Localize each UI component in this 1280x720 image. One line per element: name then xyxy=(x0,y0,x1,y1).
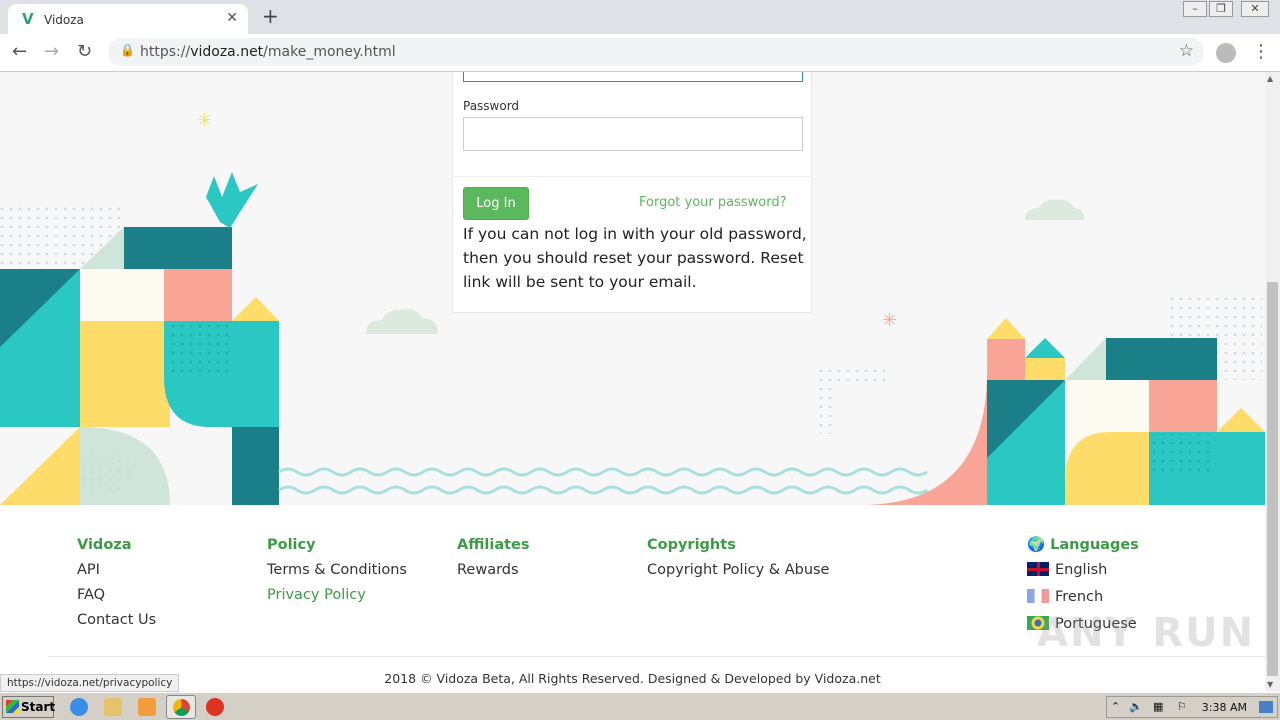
start-button[interactable]: Start xyxy=(2,696,56,718)
footer-link-api[interactable]: API xyxy=(77,558,156,583)
taskbar: Start ⌃ 🔈 ▦ ⚐ 3:38 AM xyxy=(0,692,1280,720)
scrollbar-thumb[interactable] xyxy=(1267,282,1278,676)
footer-col-vidoza: Vidoza API FAQ Contact Us xyxy=(77,533,156,633)
reload-icon[interactable]: ↻ xyxy=(77,41,92,62)
status-url: https://vidoza.net/privacypolicy xyxy=(0,674,180,692)
tab-title: Vidoza xyxy=(44,13,84,27)
media-player-icon[interactable] xyxy=(138,698,156,716)
browser-chrome: V Vidoza ✕ + – ❐ ✕ ← → ↻ 🔒 https://vidoz… xyxy=(0,0,1280,72)
footer-link-contact[interactable]: Contact Us xyxy=(77,608,156,633)
stop-icon[interactable] xyxy=(206,698,224,716)
footer-heading-vidoza: Vidoza xyxy=(77,537,132,553)
france-flag-icon xyxy=(1027,589,1049,603)
hero-section: ✳ ✳ Password Log In Forgot your password… xyxy=(0,72,1265,505)
password-label: Password xyxy=(463,99,520,113)
chrome-taskbar-button[interactable] xyxy=(166,695,196,719)
copyright-text: 2018 © Vidoza Beta, All Rights Reserved.… xyxy=(384,671,881,686)
language-label: English xyxy=(1055,562,1108,578)
language-english[interactable]: English xyxy=(1027,558,1139,585)
footer-link-copyright-policy[interactable]: Copyright Policy & Abuse xyxy=(647,558,829,583)
footer-link-rewards[interactable]: Rewards xyxy=(457,558,530,583)
globe-icon: 🌍 xyxy=(1027,537,1046,553)
chrome-icon xyxy=(173,699,190,716)
back-icon[interactable]: ← xyxy=(12,41,27,62)
lock-icon: 🔒 xyxy=(120,43,135,57)
url-prefix: https:// xyxy=(140,44,191,60)
footer: Vidoza API FAQ Contact Us Policy Terms &… xyxy=(0,505,1265,692)
bookmark-star-icon[interactable]: ☆ xyxy=(1179,41,1194,61)
svg-text:✳: ✳ xyxy=(197,110,212,131)
divider xyxy=(453,176,811,177)
url-path: /make_money.html xyxy=(263,44,396,60)
restore-icon[interactable]: ❐ xyxy=(1209,1,1233,17)
footer-link-privacy[interactable]: Privacy Policy xyxy=(267,583,407,608)
reset-note: If you can not log in with your old pass… xyxy=(463,225,807,291)
login-card: Password Log In Forgot your password? If… xyxy=(452,72,812,313)
minimize-icon[interactable]: – xyxy=(1183,1,1207,17)
forgot-password-link[interactable]: Forgot your password? xyxy=(639,195,787,210)
scroll-down-icon[interactable]: ▼ xyxy=(1267,680,1273,689)
flag-icon[interactable]: ⚐ xyxy=(1177,700,1187,713)
start-label: Start xyxy=(21,700,56,714)
scroll-up-icon[interactable]: ▲ xyxy=(1267,74,1273,83)
svg-text:✳: ✳ xyxy=(882,310,897,331)
footer-heading-affiliates: Affiliates xyxy=(457,537,530,553)
profile-avatar-icon[interactable] xyxy=(1216,43,1236,63)
forward-icon[interactable]: → xyxy=(44,41,59,62)
toolbar: ← → ↻ 🔒 https://vidoza.net/make_money.ht… xyxy=(0,34,1280,72)
network-icon[interactable]: ▦ xyxy=(1153,700,1163,713)
login-button[interactable]: Log In xyxy=(463,187,529,220)
address-bar[interactable]: 🔒 https://vidoza.net/make_money.html ☆ xyxy=(108,38,1204,66)
footer-link-faq[interactable]: FAQ xyxy=(77,583,156,608)
ie-icon[interactable] xyxy=(70,698,88,716)
system-tray: ⌃ 🔈 ▦ ⚐ 3:38 AM xyxy=(1106,696,1278,718)
tray-expand-icon[interactable]: ⌃ xyxy=(1111,700,1120,713)
new-tab-icon[interactable]: + xyxy=(262,4,279,28)
footer-col-copyrights: Copyrights Copyright Policy & Abuse xyxy=(647,533,829,583)
close-tab-icon[interactable]: ✕ xyxy=(226,10,238,26)
url-host: vidoza.net xyxy=(190,44,264,60)
footer-col-affiliates: Affiliates Rewards xyxy=(457,533,530,583)
username-input[interactable] xyxy=(463,72,803,82)
password-input[interactable] xyxy=(463,117,803,151)
anyrun-watermark: ANY RUN xyxy=(1037,610,1256,656)
language-label: French xyxy=(1055,589,1104,605)
language-french[interactable]: French xyxy=(1027,585,1139,612)
languages-heading-text: Languages xyxy=(1050,537,1139,553)
show-desktop-icon[interactable] xyxy=(1259,701,1273,713)
footer-heading-policy: Policy xyxy=(267,537,316,553)
clock: 3:38 AM xyxy=(1201,701,1247,714)
footer-heading-languages: 🌍 Languages xyxy=(1027,533,1139,558)
windows-logo-icon xyxy=(6,700,19,713)
explorer-folder-icon[interactable] xyxy=(104,698,122,716)
menu-dots-icon[interactable]: ⋮ xyxy=(1252,41,1270,62)
footer-heading-copyrights: Copyrights xyxy=(647,537,736,553)
volume-icon[interactable]: 🔈 xyxy=(1129,700,1143,713)
browser-tab[interactable]: V Vidoza ✕ xyxy=(8,4,248,34)
footer-link-terms[interactable]: Terms & Conditions xyxy=(267,558,407,583)
vidoza-favicon-icon: V xyxy=(22,10,34,28)
uk-flag-icon xyxy=(1027,562,1049,576)
footer-divider xyxy=(48,656,1265,657)
footer-col-policy: Policy Terms & Conditions Privacy Policy xyxy=(267,533,407,608)
close-window-icon[interactable]: ✕ xyxy=(1241,1,1269,17)
